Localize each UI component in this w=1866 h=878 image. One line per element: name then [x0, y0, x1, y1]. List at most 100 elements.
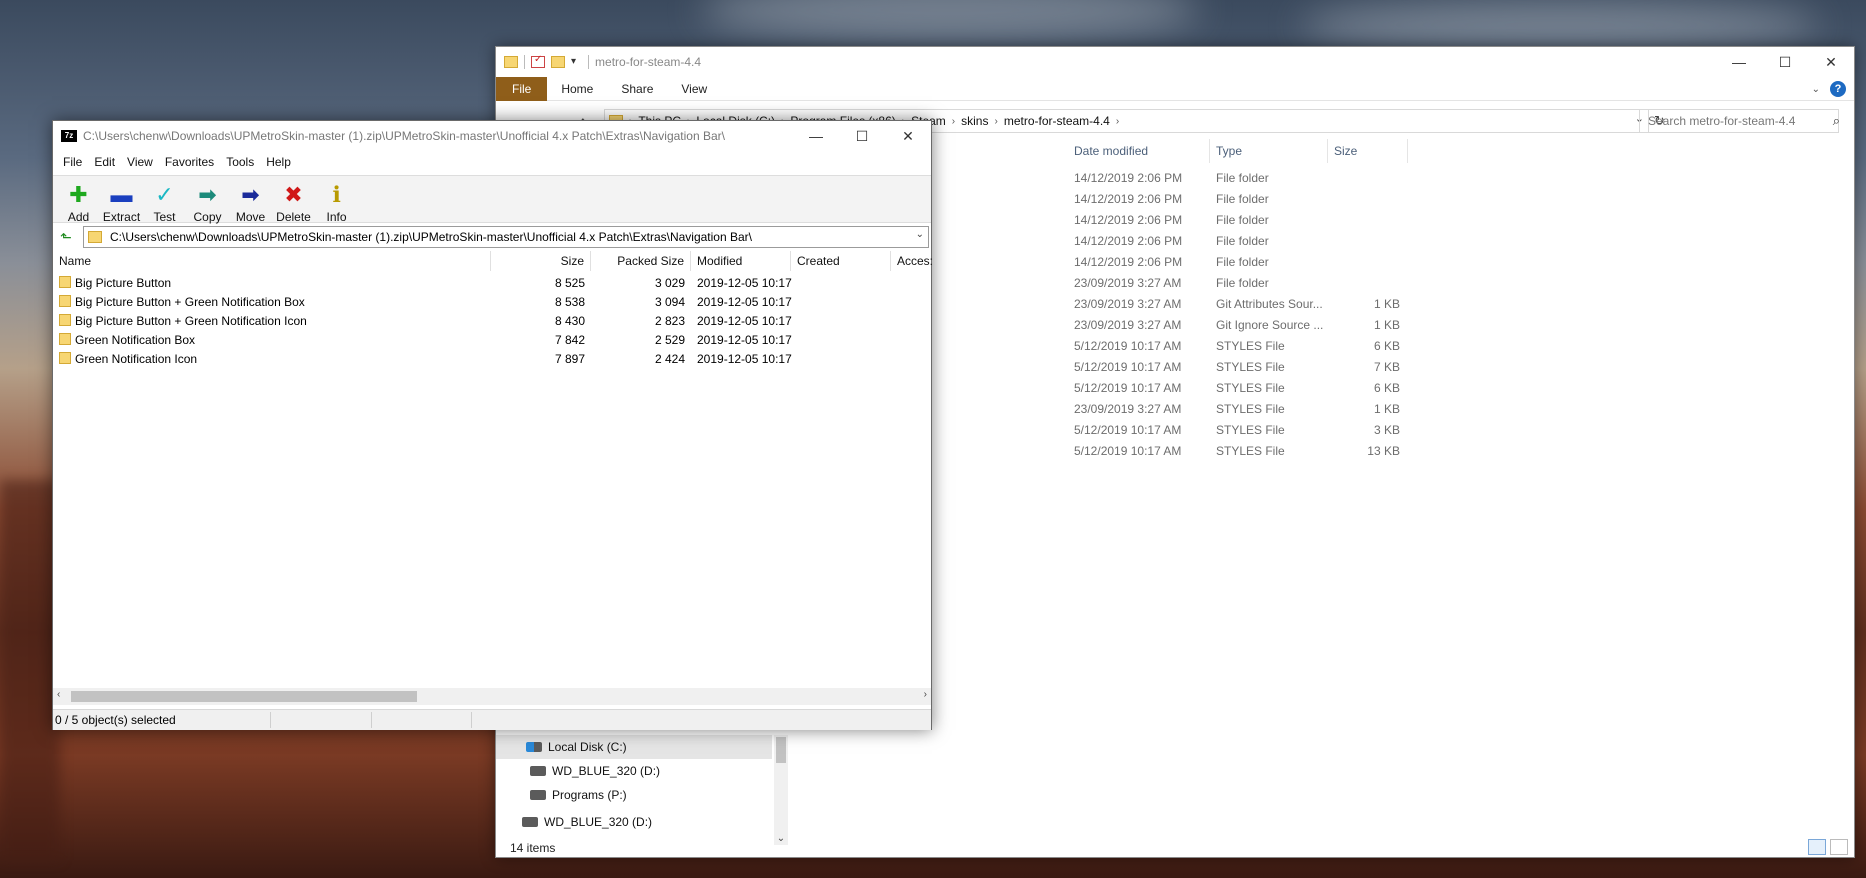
drive-icon — [522, 817, 538, 827]
row-date: 14/12/2019 2:06 PM — [1074, 192, 1183, 206]
menu-tools[interactable]: Tools — [220, 155, 260, 169]
chevron-left-icon[interactable]: ‹ — [57, 689, 60, 700]
column-size[interactable]: Size — [1328, 139, 1408, 163]
nav-scrollbar[interactable] — [774, 735, 788, 845]
sevenzip-window: 7z C:\Users\chenw\Downloads\UPMetroSkin-… — [52, 120, 933, 730]
menu-favorites[interactable]: Favorites — [159, 155, 220, 169]
path-combobox[interactable]: C:\Users\chenw\Downloads\UPMetroSkin-mas… — [83, 226, 929, 248]
maximize-button[interactable]: ☐ — [1762, 47, 1808, 77]
info-button[interactable]: ℹ Info — [315, 176, 358, 224]
row-type: STYLES File — [1216, 444, 1285, 458]
move-button[interactable]: ➡ Move — [229, 176, 272, 224]
row-size: 7 KB — [1373, 360, 1400, 374]
menu-help[interactable]: Help — [260, 155, 297, 169]
chevron-right-icon[interactable]: › — [924, 689, 927, 700]
tab-home[interactable]: Home — [547, 77, 607, 101]
row-packed-size: 3 029 — [654, 276, 685, 290]
tab-file[interactable]: File — [496, 76, 548, 101]
window-controls: — ☐ ✕ — [1716, 47, 1854, 77]
up-folder-icon[interactable]: ⬑ — [57, 228, 75, 246]
column-size[interactable]: Size — [491, 251, 591, 271]
row-size: 3 KB — [1373, 423, 1400, 437]
column-name[interactable]: Name — [53, 251, 491, 271]
row-size: 1 KB — [1373, 402, 1400, 416]
horizontal-scrollbar[interactable]: ‹ › — [53, 688, 931, 705]
breadcrumb-skins[interactable]: skins — [961, 114, 988, 128]
chevron-right-icon: › — [1115, 115, 1120, 127]
row-date: 14/12/2019 2:06 PM — [1074, 234, 1183, 248]
toolbar: ✚ Add ▬ Extract ✓ Test ➡ Copy ➡ Move ✖ D… — [53, 175, 931, 224]
test-button[interactable]: ✓ Test — [143, 176, 186, 224]
tab-view[interactable]: View — [667, 77, 721, 101]
add-button[interactable]: ✚ Add — [57, 176, 100, 224]
tree-item-wd-blue-d-root[interactable]: WD_BLUE_320 (D:) — [522, 810, 652, 834]
nav-scrollbar-thumb[interactable] — [776, 737, 786, 763]
row-type: STYLES File — [1216, 381, 1285, 395]
row-date: 23/09/2019 3:27 AM — [1074, 402, 1182, 416]
chevron-down-icon[interactable]: ⌄ — [916, 229, 924, 240]
menu-file[interactable]: File — [57, 155, 88, 169]
tree-item-label: Local Disk (C:) — [548, 740, 627, 754]
tree-item-local-disk-c[interactable]: Local Disk (C:) — [496, 735, 772, 759]
column-modified[interactable]: Modified — [691, 251, 791, 271]
folder-icon — [88, 231, 102, 243]
menu-edit[interactable]: Edit — [88, 155, 121, 169]
close-button[interactable]: ✕ — [885, 121, 931, 151]
divider — [371, 712, 372, 728]
copy-button[interactable]: ➡ Copy — [186, 176, 229, 224]
column-accessed[interactable]: Acces: — [891, 251, 933, 271]
search-icon[interactable]: ⌕ — [1833, 113, 1840, 129]
path-bar: ⬑ C:\Users\chenw\Downloads\UPMetroSkin-m… — [53, 225, 931, 249]
table-row[interactable]: Green Notification Box 7 842 2 529 2019-… — [53, 330, 931, 349]
details-view-icon[interactable] — [1808, 839, 1826, 855]
table-row[interactable]: Big Picture Button + Green Notification … — [53, 292, 931, 311]
row-type: File folder — [1216, 255, 1269, 269]
menu-view[interactable]: View — [121, 155, 159, 169]
scrollbar-thumb[interactable] — [71, 691, 417, 702]
info-icon: ℹ — [332, 182, 341, 207]
folder-icon — [59, 333, 71, 345]
properties-icon[interactable] — [531, 54, 545, 68]
add-icon: ✚ — [69, 182, 88, 207]
extract-button[interactable]: ▬ Extract — [100, 176, 143, 224]
chevron-down-icon[interactable]: ⌄ — [774, 833, 788, 844]
expand-ribbon-icon[interactable]: ⌄ — [1812, 84, 1820, 95]
minimize-button[interactable]: — — [1716, 47, 1762, 77]
table-row[interactable]: Big Picture Button + Green Notification … — [53, 311, 931, 330]
delete-button[interactable]: ✖ Delete — [272, 176, 315, 224]
column-created[interactable]: Created — [791, 251, 891, 271]
table-row[interactable]: Big Picture Button 8 525 3 029 2019-12-0… — [53, 273, 931, 292]
divider — [524, 55, 525, 69]
row-size: 7 842 — [554, 333, 585, 347]
close-button[interactable]: ✕ — [1808, 47, 1854, 77]
row-type: File folder — [1216, 171, 1269, 185]
new-folder-icon[interactable] — [551, 56, 565, 68]
minimize-button[interactable]: — — [793, 121, 839, 151]
chevron-right-icon: › — [994, 115, 998, 127]
tab-share[interactable]: Share — [607, 77, 667, 101]
row-date: 23/09/2019 3:27 AM — [1074, 318, 1182, 332]
help-icon[interactable]: ? — [1830, 81, 1846, 97]
folder-icon — [59, 295, 71, 307]
table-row[interactable]: Green Notification Icon 7 897 2 424 2019… — [53, 349, 931, 368]
test-icon: ✓ — [155, 182, 174, 207]
tree-item-programs-p[interactable]: Programs (P:) — [530, 783, 627, 807]
row-type: STYLES File — [1216, 402, 1285, 416]
column-date-modified[interactable]: Date modified — [1068, 139, 1210, 163]
breadcrumb-metro[interactable]: metro-for-steam-4.4 — [1004, 114, 1110, 128]
search-input[interactable]: Search metro-for-steam-4.4 — [1639, 109, 1839, 133]
large-icons-view-icon[interactable] — [1830, 839, 1848, 855]
maximize-button[interactable]: ☐ — [839, 121, 885, 151]
column-type[interactable]: Type — [1210, 139, 1328, 163]
row-name: Green Notification Icon — [75, 352, 198, 366]
column-packed-size[interactable]: Packed Size — [591, 251, 691, 271]
row-size: 6 KB — [1373, 381, 1400, 395]
customize-toolbar-icon[interactable]: ▾ — [571, 56, 576, 68]
row-packed-size: 2 823 — [654, 314, 685, 328]
button-label: Add — [67, 210, 90, 224]
tree-item-wd-blue-d[interactable]: WD_BLUE_320 (D:) — [530, 759, 660, 783]
row-size: 8 538 — [554, 295, 585, 309]
row-name: Big Picture Button — [75, 276, 172, 290]
row-type: Git Attributes Sour... — [1216, 297, 1323, 311]
delete-icon: ✖ — [284, 182, 303, 207]
